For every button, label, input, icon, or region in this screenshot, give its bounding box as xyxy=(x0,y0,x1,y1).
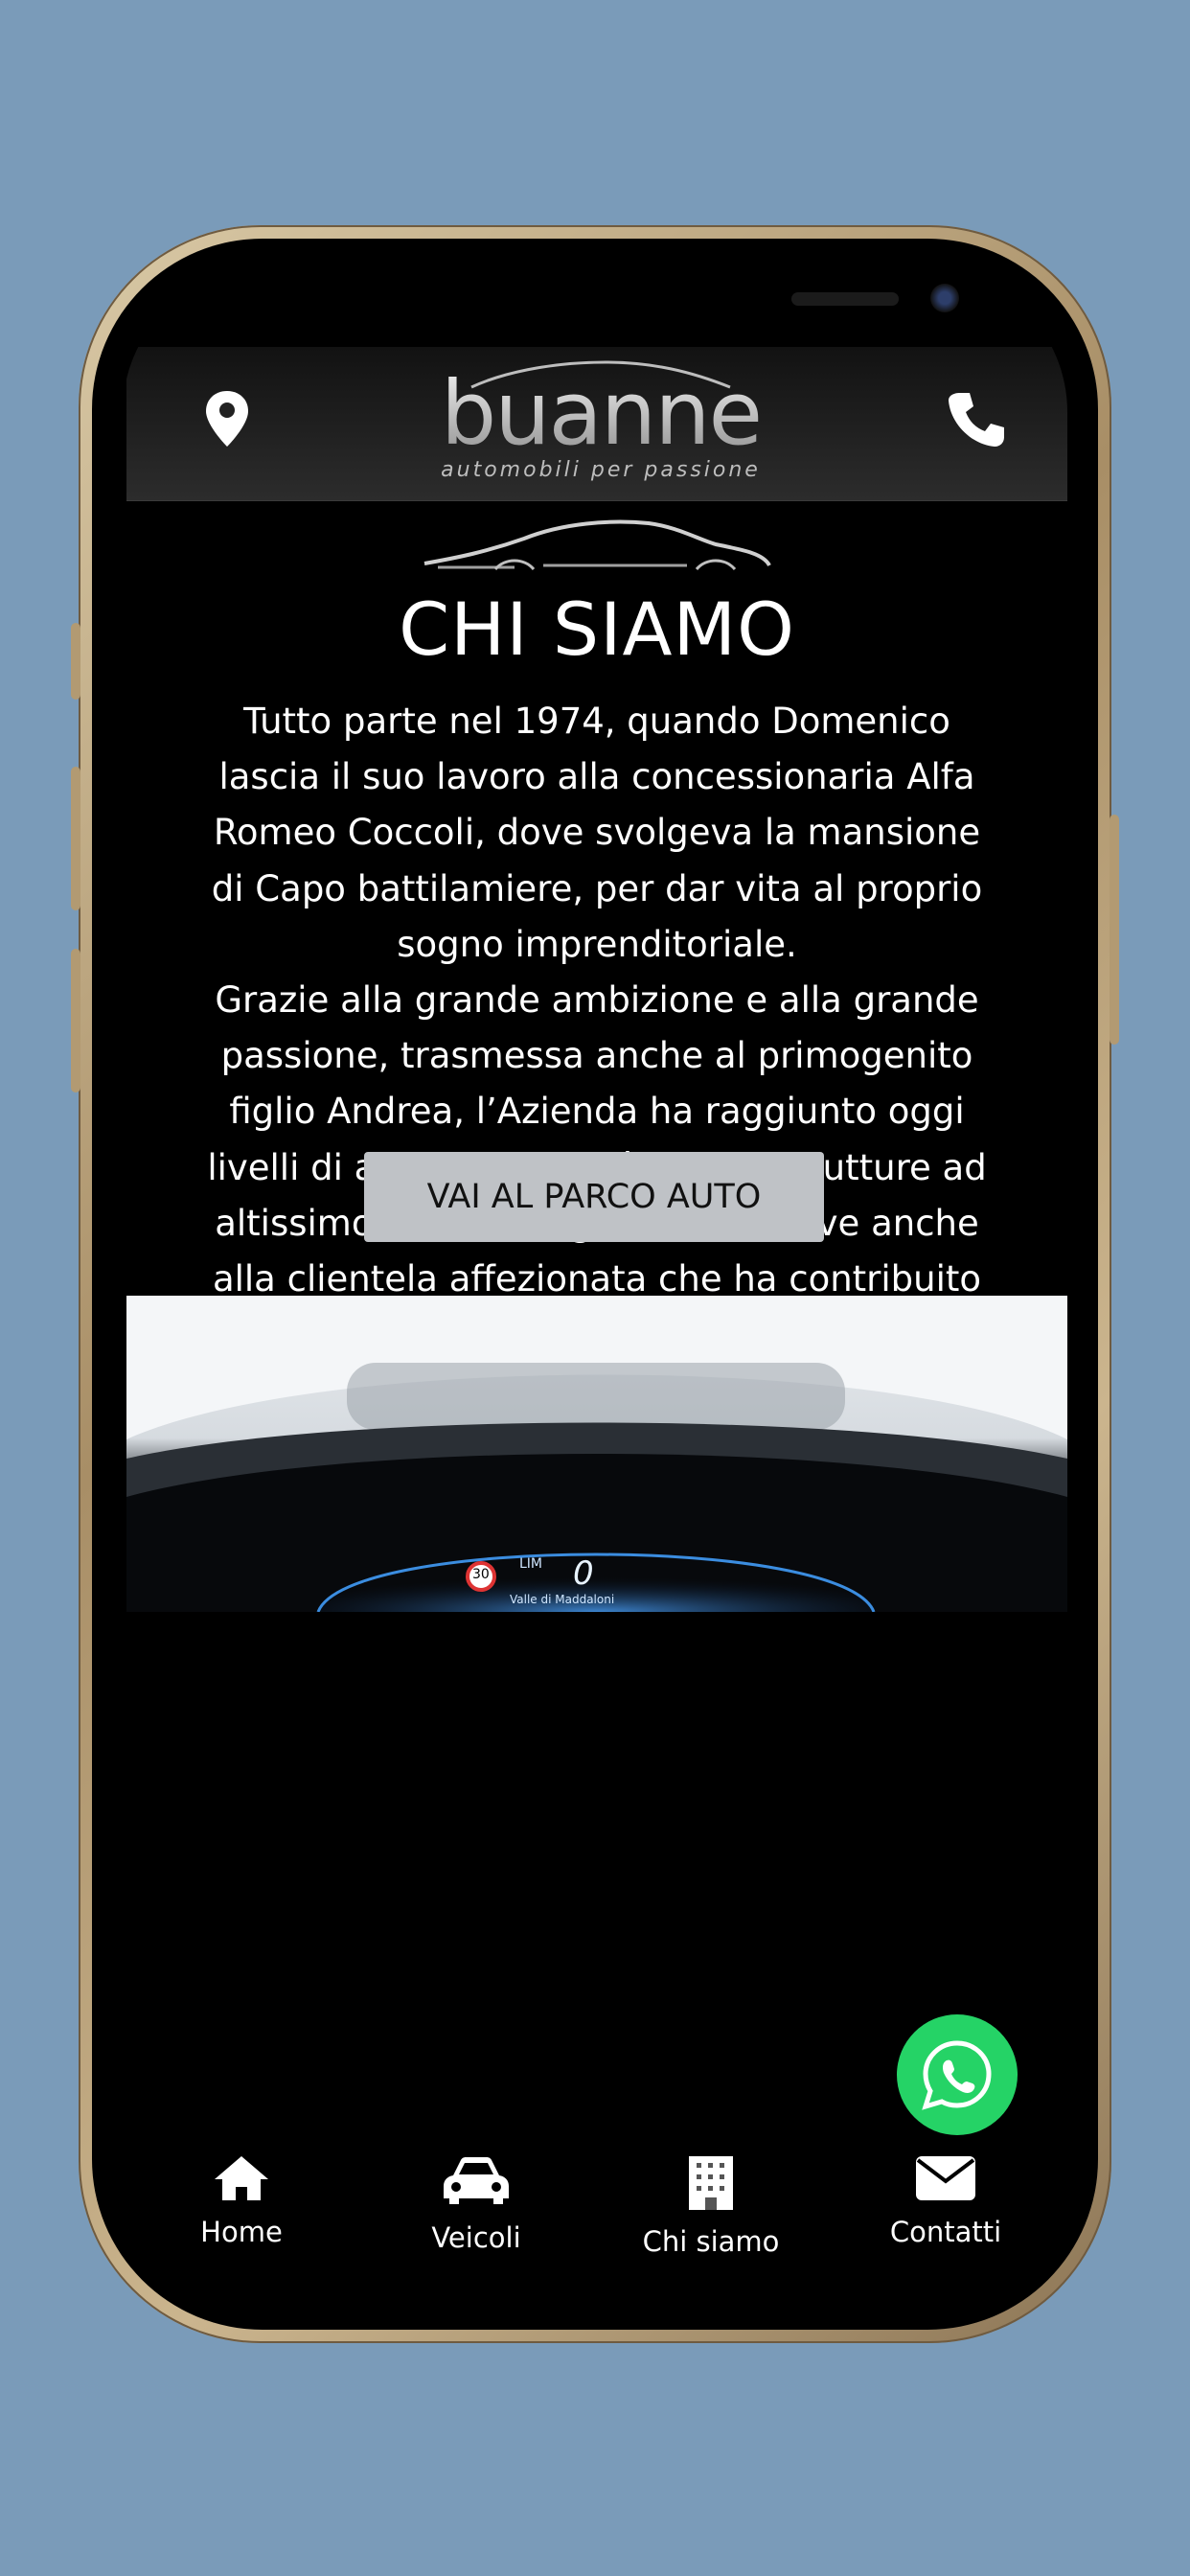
nav-label-chi-siamo: Chi siamo xyxy=(642,2225,780,2258)
notch xyxy=(379,268,959,335)
speed-limit-value: 30 xyxy=(472,1567,490,1582)
phone-icon[interactable] xyxy=(947,389,1006,448)
nav-item-chi-siamo[interactable]: Chi siamo xyxy=(596,2154,826,2258)
whatsapp-icon xyxy=(922,2040,992,2110)
volume-down-button xyxy=(71,949,80,1092)
nav-item-contatti[interactable]: Contatti xyxy=(831,2154,1061,2248)
bottom-nav: Home Veicoli Chi siamo Contatti xyxy=(126,2145,1067,2298)
whatsapp-button[interactable] xyxy=(897,2014,1018,2135)
logo-tagline: automobili per passione xyxy=(441,458,761,482)
section-title: CHI SIAMO xyxy=(399,586,795,672)
map-pin-icon[interactable] xyxy=(203,389,251,448)
nav-label-home: Home xyxy=(200,2216,283,2248)
earpiece-speaker xyxy=(791,292,899,306)
nav-location-text: Valle di Maddaloni xyxy=(510,1593,615,1606)
site-header: buanne automobili per passione xyxy=(126,347,1067,501)
car-dashboard-photo: 30 LIM 0 Valle di Maddaloni xyxy=(126,1296,1067,1612)
car-icon xyxy=(444,2157,509,2204)
building-icon xyxy=(689,2156,733,2210)
parco-auto-button[interactable]: VAI AL PARCO AUTO xyxy=(364,1152,824,1242)
nav-item-home[interactable]: Home xyxy=(126,2154,356,2248)
about-paragraph-1: Tutto parte nel 1974, quando Domenico la… xyxy=(211,701,983,965)
nav-label-veicoli: Veicoli xyxy=(431,2221,521,2254)
page-content: buanne automobili per passione CHI SIAMO… xyxy=(126,347,1067,2216)
mute-switch xyxy=(71,623,80,700)
car-outline-graphic xyxy=(419,510,775,586)
nav-label-contatti: Contatti xyxy=(889,2216,1002,2248)
power-button xyxy=(1110,815,1119,1045)
envelope-icon xyxy=(916,2156,975,2200)
phone-screen: buanne automobili per passione CHI SIAMO… xyxy=(123,268,1067,2298)
home-icon xyxy=(215,2156,268,2200)
lim-label: LIM xyxy=(519,1556,543,1572)
nav-item-veicoli[interactable]: Veicoli xyxy=(361,2154,591,2254)
front-camera xyxy=(930,284,959,312)
logo-wordmark[interactable]: buanne xyxy=(414,366,788,462)
speed-readout: 0 xyxy=(573,1554,594,1593)
volume-up-button xyxy=(71,767,80,910)
